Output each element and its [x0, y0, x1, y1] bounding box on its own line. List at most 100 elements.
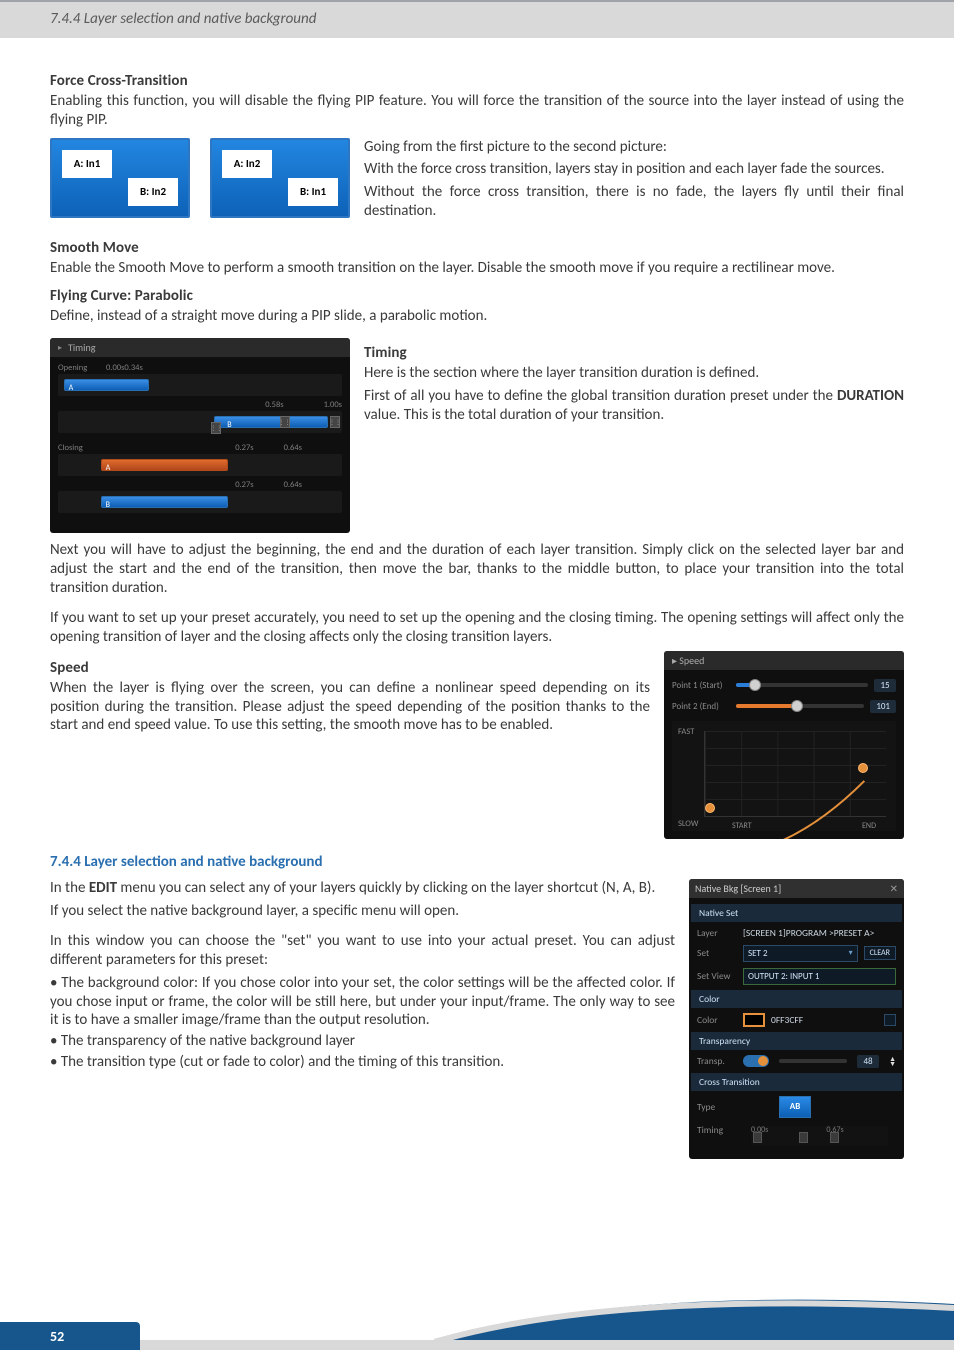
- time-marker: 1.00s: [324, 400, 342, 410]
- force-cross-row: A: In1 B: In2 A: In2 B: In1 Going from t…: [50, 138, 904, 225]
- native-p2: If you select the native background laye…: [50, 902, 675, 921]
- axis-label-slow: SLOW: [678, 819, 698, 829]
- speed-row: Speed When the layer is flying over the …: [50, 651, 904, 839]
- slider-track[interactable]: [736, 683, 868, 687]
- row-label: Closing: [58, 443, 106, 453]
- timing-para-1: Next you will have to adjust the beginni…: [50, 541, 904, 597]
- slider-value: 101: [870, 700, 896, 713]
- speed-slider-start: Point 1 (Start) 15: [672, 679, 896, 692]
- speed-text: Speed When the layer is flying over the …: [50, 651, 650, 739]
- timing-track-close-b[interactable]: B: [58, 491, 342, 513]
- set-select[interactable]: SET 2▾: [743, 945, 858, 962]
- breadcrumb-text: 7.4.4 Layer selection and native backgro…: [50, 10, 316, 30]
- timing-p1: Here is the section where the layer tran…: [364, 364, 904, 383]
- smooth-move-title: Smooth Move: [50, 239, 904, 257]
- speed-panel-header[interactable]: ▸ Speed: [664, 651, 904, 670]
- timing-para-2: If you want to set up your preset accura…: [50, 609, 904, 647]
- force-cross-title: Force Cross-Transition: [50, 72, 904, 90]
- np-type-row: Type AB: [689, 1093, 904, 1121]
- force-cross-sidetext: Going from the first picture to the seco…: [350, 138, 904, 225]
- page-number: 52: [0, 1322, 140, 1350]
- drag-handle-icon[interactable]: ⋮⋮: [211, 422, 221, 434]
- drag-handle-icon[interactable]: ⋮⋮: [280, 416, 290, 428]
- page: { "header": { "breadcrumb": "7.4.4 Layer…: [0, 0, 954, 1350]
- footer-decoration: [434, 1296, 954, 1342]
- slider-track[interactable]: [736, 704, 864, 708]
- timing-panel[interactable]: Timing Opening 0.00s 0.34s A 0.58s: [50, 338, 350, 533]
- timing-opening-row: Opening 0.00s 0.34s A 0.58s 1.00s: [58, 363, 342, 433]
- time-marker: 0.27s: [235, 443, 253, 453]
- pip-b-label: B: In1: [288, 178, 338, 206]
- np-layer-row: Layer [SCREEN 1]PROGRAM >PRESET A>: [689, 924, 904, 942]
- fct-side-1: Going from the first picture to the seco…: [364, 138, 904, 157]
- diagram-after: A: In2 B: In1: [210, 138, 350, 218]
- slider-knob[interactable]: [791, 700, 803, 712]
- np-section-native-set: Native Set: [691, 904, 902, 922]
- pip-b-label: B: In2: [128, 178, 178, 206]
- native-panel-body: Native Set Layer [SCREEN 1]PROGRAM >PRES…: [689, 898, 904, 1159]
- speed-panel[interactable]: ▸ Speed Point 1 (Start) 15 Point 2 (End)…: [664, 651, 904, 839]
- close-icon[interactable]: ✕: [890, 882, 898, 895]
- main-content: Force Cross-Transition Enabling this fun…: [0, 38, 954, 1169]
- clear-button[interactable]: CLEAR: [864, 946, 896, 960]
- speed-p: When the layer is flying over the screen…: [50, 679, 650, 735]
- drag-handle-icon[interactable]: [799, 1132, 808, 1143]
- native-bkg-panel[interactable]: Native Bkg [Screen 1] ✕ Native Set Layer…: [689, 879, 904, 1159]
- slider-knob[interactable]: [749, 679, 761, 691]
- timing-bar-close-a[interactable]: A: [101, 459, 229, 471]
- transp-value: 48: [857, 1055, 879, 1068]
- np-timing-track[interactable]: 0.00s 0.67s: [751, 1126, 888, 1146]
- np-layer-value: [SCREEN 1]PROGRAM >PRESET A>: [743, 927, 874, 939]
- color-value: 0FF3CFF: [771, 1014, 803, 1026]
- timing-track-a[interactable]: A: [58, 374, 342, 396]
- chevron-down-icon: ▾: [849, 948, 853, 958]
- row-label: Opening: [58, 363, 106, 373]
- color-picker-icon[interactable]: [884, 1014, 896, 1026]
- timing-row: Timing Opening 0.00s 0.34s A 0.58s: [50, 338, 904, 533]
- force-cross-diagrams: A: In1 B: In2 A: In2 B: In1: [50, 138, 350, 218]
- timing-bar-close-b[interactable]: B: [101, 496, 229, 508]
- timing-panel-header[interactable]: Timing: [50, 338, 350, 357]
- smooth-move-p: Enable the Smooth Move to perform a smoo…: [50, 259, 904, 278]
- fct-side-3: Without the force cross transition, ther…: [364, 183, 904, 221]
- timing-text: Timing Here is the section where the lay…: [364, 338, 904, 428]
- timing-panel-body: Opening 0.00s 0.34s A 0.58s 1.00s: [50, 357, 350, 533]
- timing-bar-a[interactable]: A: [64, 379, 149, 391]
- setview-select[interactable]: OUTPUT 2: INPUT 1: [743, 968, 896, 985]
- time-marker: 0.27s: [235, 480, 253, 490]
- timing-track-b[interactable]: ⋮⋮ B ⋮⋮ ⋮⋮: [58, 411, 342, 433]
- flying-curve-title: Flying Curve: Parabolic: [50, 287, 904, 305]
- drag-handle-icon[interactable]: ⋮⋮: [330, 416, 340, 428]
- np-timing-row: Timing 0.00s 0.67s: [689, 1121, 904, 1153]
- pip-a-label: A: In2: [222, 150, 272, 178]
- native-bullet-1: • The background color: If you chose col…: [50, 974, 675, 1030]
- np-setview-row: Set View OUTPUT 2: INPUT 1: [689, 965, 904, 988]
- color-swatch[interactable]: [743, 1013, 765, 1027]
- header-breadcrumb: 7.4.4 Layer selection and native backgro…: [0, 0, 954, 38]
- timing-track-close-a[interactable]: A: [58, 454, 342, 476]
- axis-label-fast: FAST: [678, 727, 694, 737]
- drag-handle-icon[interactable]: [830, 1132, 839, 1143]
- native-p3: In this window you can choose the "set" …: [50, 932, 675, 970]
- slider-label: Point 1 (Start): [672, 680, 730, 691]
- timing-heading: Timing: [364, 344, 904, 362]
- transp-slider[interactable]: [779, 1059, 847, 1063]
- native-row: In the EDIT menu you can select any of y…: [50, 879, 904, 1159]
- np-section-color: Color: [691, 990, 902, 1008]
- curve-point-end[interactable]: [858, 763, 868, 773]
- transition-type-button[interactable]: AB: [779, 1096, 811, 1118]
- curve-point-start[interactable]: [705, 803, 715, 813]
- np-section-transparency: Transparency: [691, 1032, 902, 1050]
- transp-toggle[interactable]: [743, 1055, 769, 1067]
- np-set-row: Set SET 2▾ CLEAR: [689, 942, 904, 965]
- stepper-icon[interactable]: ▲▼: [889, 1056, 896, 1066]
- native-p1: In the EDIT menu you can select any of y…: [50, 879, 675, 898]
- timing-bar-b[interactable]: ⋮⋮ B: [214, 416, 328, 428]
- speed-curve-graph: FAST SLOW START END: [672, 721, 896, 831]
- native-text: In the EDIT menu you can select any of y…: [50, 879, 675, 1074]
- drag-handle-icon[interactable]: [753, 1132, 762, 1143]
- time-marker: 0.58s: [265, 400, 283, 410]
- native-panel-titlebar[interactable]: Native Bkg [Screen 1] ✕: [689, 879, 904, 898]
- curve-line-icon: [705, 761, 871, 839]
- np-color-row: Color 0FF3CFF: [689, 1010, 904, 1030]
